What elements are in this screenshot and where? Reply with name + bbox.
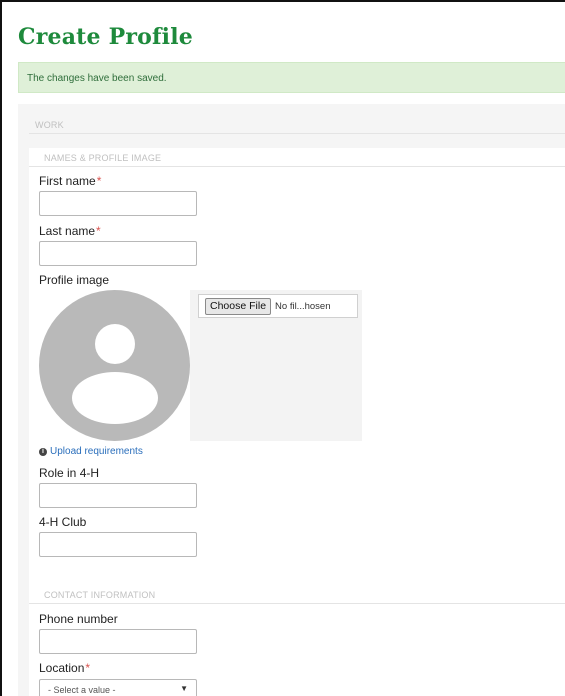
avatar-head bbox=[95, 324, 135, 364]
page-frame: Create Profile The changes have been sav… bbox=[0, 0, 565, 696]
section-legend-contact: CONTACT INFORMATION bbox=[44, 590, 156, 600]
section-legend-work: WORK bbox=[35, 120, 64, 130]
location-label: Location* bbox=[39, 661, 90, 675]
chevron-down-icon: ▼ bbox=[180, 684, 188, 693]
first-name-label: First name* bbox=[39, 174, 101, 188]
role-label: Role in 4-H bbox=[39, 466, 100, 480]
phone-input[interactable] bbox=[39, 629, 197, 654]
club-label: 4-H Club bbox=[39, 515, 87, 529]
file-input[interactable]: Choose File No fil...hosen bbox=[198, 294, 358, 318]
choose-file-button[interactable]: Choose File bbox=[205, 297, 272, 315]
upload-requirements-link[interactable]: i Upload requirements bbox=[39, 446, 143, 457]
status-message: The changes have been saved. bbox=[18, 62, 565, 93]
location-label-text: Location bbox=[39, 661, 85, 675]
info-icon: i bbox=[39, 447, 47, 456]
file-status: No fil...hosen bbox=[275, 300, 331, 312]
page-title: Create Profile bbox=[18, 24, 193, 50]
last-name-label-text: Last name bbox=[39, 224, 96, 238]
phone-label: Phone number bbox=[39, 612, 118, 626]
required-marker: * bbox=[96, 224, 101, 238]
location-select[interactable]: - Select a value - ▼ bbox=[39, 679, 197, 696]
location-selected-value: - Select a value - bbox=[48, 685, 116, 695]
section-divider bbox=[29, 133, 565, 134]
required-marker: * bbox=[96, 174, 102, 188]
required-marker: * bbox=[85, 661, 91, 675]
profile-image-label: Profile image bbox=[39, 273, 110, 287]
last-name-input[interactable] bbox=[39, 241, 197, 266]
first-name-input[interactable] bbox=[39, 191, 197, 216]
club-input[interactable] bbox=[39, 532, 197, 557]
avatar-placeholder bbox=[39, 290, 190, 441]
section-divider bbox=[29, 166, 565, 167]
section-legend-names: NAMES & PROFILE IMAGE bbox=[44, 153, 162, 163]
role-input[interactable] bbox=[39, 483, 197, 508]
last-name-label: Last name* bbox=[39, 224, 101, 238]
section-divider bbox=[29, 603, 565, 604]
upload-requirements-text[interactable]: Upload requirements bbox=[50, 446, 143, 457]
first-name-label-text: First name bbox=[39, 174, 96, 188]
avatar-body bbox=[72, 372, 158, 424]
